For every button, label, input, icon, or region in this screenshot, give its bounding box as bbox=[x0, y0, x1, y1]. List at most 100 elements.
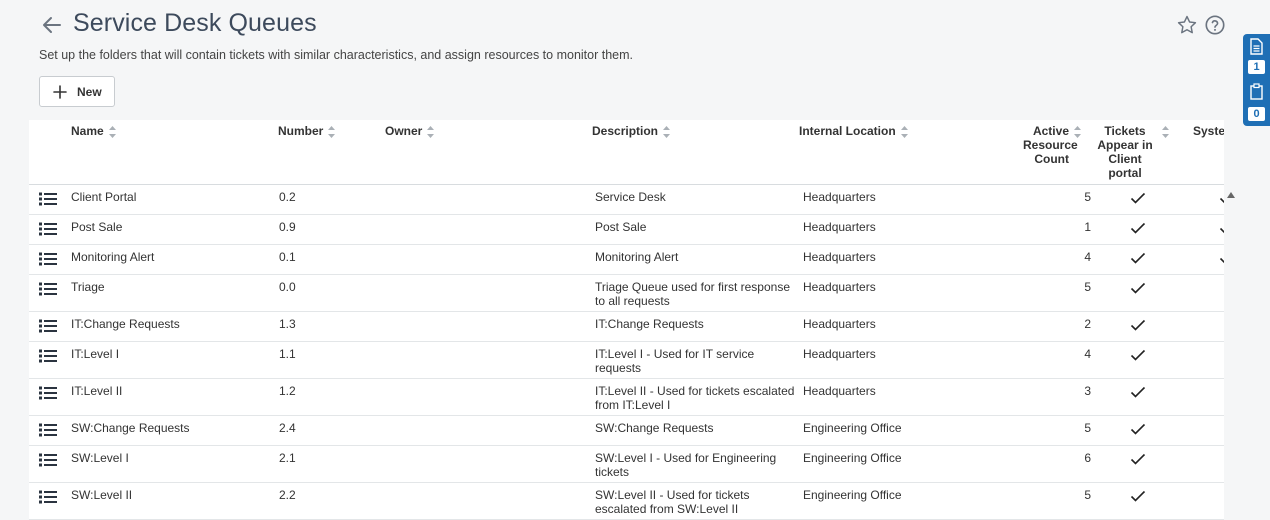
queue-location: Engineering Office bbox=[803, 488, 902, 502]
queue-name[interactable]: IT:Change Requests bbox=[71, 317, 180, 331]
list-menu-icon[interactable] bbox=[39, 453, 57, 467]
portal-check-icon bbox=[1130, 423, 1146, 435]
system-check-icon bbox=[1219, 227, 1224, 234]
portal-check-icon bbox=[1130, 490, 1146, 502]
table-row[interactable]: IT:Change Requests 1.3 IT:Change Requests H… bbox=[29, 312, 1224, 342]
queue-number: 0.9 bbox=[279, 220, 296, 234]
sort-icon bbox=[328, 126, 336, 138]
queue-number: 2.4 bbox=[279, 421, 296, 435]
queue-description: Monitoring Alert bbox=[595, 250, 679, 264]
portal-check-icon bbox=[1130, 282, 1146, 294]
list-menu-icon[interactable] bbox=[39, 222, 57, 236]
list-menu-icon[interactable] bbox=[39, 282, 57, 296]
portal-check-icon bbox=[1130, 386, 1146, 398]
queue-number: 0.2 bbox=[279, 190, 296, 204]
table-row[interactable]: Triage 0.0 Triage Queue used for first res… bbox=[29, 275, 1224, 312]
side-panel: 1 0 bbox=[1243, 34, 1270, 126]
column-header-owner[interactable]: Owner bbox=[385, 124, 435, 139]
list-menu-icon[interactable] bbox=[39, 252, 57, 266]
queue-name[interactable]: SW:Level II bbox=[71, 488, 132, 502]
queue-description: Triage Queue used for first response to a… bbox=[595, 280, 790, 308]
active-resource-count: 6 bbox=[1084, 451, 1091, 465]
active-resource-count: 1 bbox=[1084, 220, 1091, 234]
list-menu-icon[interactable] bbox=[39, 192, 57, 206]
table-row[interactable]: SW:Level I 2.1 SW:Level I - Used for Engin… bbox=[29, 446, 1224, 483]
list-menu-icon[interactable] bbox=[39, 490, 57, 504]
active-resource-count: 5 bbox=[1084, 280, 1091, 294]
queue-location: Headquarters bbox=[803, 250, 876, 264]
queue-description: IT:Change Requests bbox=[595, 317, 704, 331]
queue-description: SW:Level I - Used for Engineering tickets bbox=[595, 451, 777, 479]
column-header-system[interactable]: System bbox=[1193, 124, 1224, 138]
plus-icon bbox=[53, 84, 67, 99]
new-button[interactable]: New bbox=[39, 76, 115, 107]
queue-number: 0.0 bbox=[279, 280, 296, 294]
queue-location: Headquarters bbox=[803, 220, 876, 234]
portal-check-icon bbox=[1130, 453, 1146, 465]
clipboard-icon[interactable] bbox=[1249, 83, 1264, 100]
active-resource-count: 2 bbox=[1084, 317, 1091, 331]
queue-description: IT:Level II - Used for tickets escalated… bbox=[595, 384, 795, 412]
table-row[interactable]: SW:Level II 2.2 SW:Level II - Used for tic… bbox=[29, 483, 1224, 520]
queue-number: 2.2 bbox=[279, 488, 296, 502]
system-check-icon bbox=[1219, 197, 1224, 204]
active-resource-count: 5 bbox=[1084, 488, 1091, 502]
column-header-active-resource-count[interactable]: Active Resource Count bbox=[1023, 124, 1085, 166]
document-count-badge: 1 bbox=[1248, 60, 1265, 74]
queue-location: Headquarters bbox=[803, 384, 876, 398]
queue-location: Headquarters bbox=[803, 317, 876, 331]
page-subtitle: Set up the folders that will contain tic… bbox=[39, 48, 634, 62]
back-arrow-icon[interactable] bbox=[40, 13, 64, 37]
table-row[interactable]: IT:Level I 1.1 IT:Level I - Used for IT se… bbox=[29, 342, 1224, 379]
queue-location: Headquarters bbox=[803, 280, 876, 294]
portal-check-icon bbox=[1130, 349, 1146, 361]
sort-icon bbox=[663, 126, 671, 138]
queue-name[interactable]: IT:Level II bbox=[71, 384, 122, 398]
active-resource-count: 5 bbox=[1084, 421, 1091, 435]
clipboard-count-badge: 0 bbox=[1248, 107, 1265, 121]
queue-description: IT:Level I - Used for IT service requests bbox=[595, 347, 755, 375]
document-icon[interactable] bbox=[1249, 38, 1264, 55]
table-row[interactable]: SW:Change Requests 2.4 SW:Change Requests E… bbox=[29, 416, 1224, 446]
column-header-number[interactable]: Number bbox=[278, 124, 336, 139]
new-button-label: New bbox=[77, 84, 102, 99]
table-row[interactable]: Post Sale 0.9 Post Sale Headquarters 1 bbox=[29, 215, 1224, 245]
queue-name[interactable]: SW:Level I bbox=[71, 451, 129, 465]
system-check-icon bbox=[1219, 257, 1224, 264]
queue-name[interactable]: Triage bbox=[71, 280, 105, 294]
queue-name[interactable]: Client Portal bbox=[71, 190, 136, 204]
queue-name[interactable]: Monitoring Alert bbox=[71, 250, 154, 264]
table-row[interactable]: Client Portal 0.2 Service Desk Headquarters… bbox=[29, 185, 1224, 215]
sort-icon bbox=[1162, 126, 1169, 138]
portal-check-icon bbox=[1130, 192, 1146, 204]
queue-number: 1.1 bbox=[279, 347, 296, 361]
sort-icon bbox=[1074, 126, 1081, 138]
help-icon[interactable] bbox=[1204, 14, 1226, 36]
column-header-tickets-in-portal[interactable]: Tickets Appear in Client portal bbox=[1097, 124, 1171, 180]
list-menu-icon[interactable] bbox=[39, 349, 57, 363]
queue-name[interactable]: SW:Change Requests bbox=[71, 421, 190, 435]
table-row[interactable]: Monitoring Alert 0.1 Monitoring Alert Headq… bbox=[29, 245, 1224, 275]
list-menu-icon[interactable] bbox=[39, 423, 57, 437]
table-row[interactable]: IT:Level II 1.2 IT:Level II - Used for tic… bbox=[29, 379, 1224, 416]
column-header-description[interactable]: Description bbox=[592, 124, 671, 139]
scroll-up-icon[interactable] bbox=[1226, 191, 1236, 199]
list-menu-icon[interactable] bbox=[39, 386, 57, 400]
portal-check-icon bbox=[1130, 319, 1146, 331]
queue-location: Headquarters bbox=[803, 190, 876, 204]
active-resource-count: 4 bbox=[1084, 347, 1091, 361]
sort-icon bbox=[427, 126, 435, 138]
portal-check-icon bbox=[1130, 222, 1146, 234]
column-header-name[interactable]: Name bbox=[71, 124, 117, 139]
column-header-internal-location[interactable]: Internal Location bbox=[799, 124, 909, 139]
queue-name[interactable]: Post Sale bbox=[71, 220, 122, 234]
list-menu-icon[interactable] bbox=[39, 319, 57, 333]
active-resource-count: 3 bbox=[1084, 384, 1091, 398]
page-title: Service Desk Queues bbox=[73, 9, 317, 37]
star-icon[interactable] bbox=[1176, 14, 1198, 36]
queue-name[interactable]: IT:Level I bbox=[71, 347, 119, 361]
queue-location: Engineering Office bbox=[803, 421, 902, 435]
queues-table: Name Number Owner Description Internal L… bbox=[29, 120, 1224, 520]
queue-location: Engineering Office bbox=[803, 451, 902, 465]
queue-number: 0.1 bbox=[279, 250, 296, 264]
